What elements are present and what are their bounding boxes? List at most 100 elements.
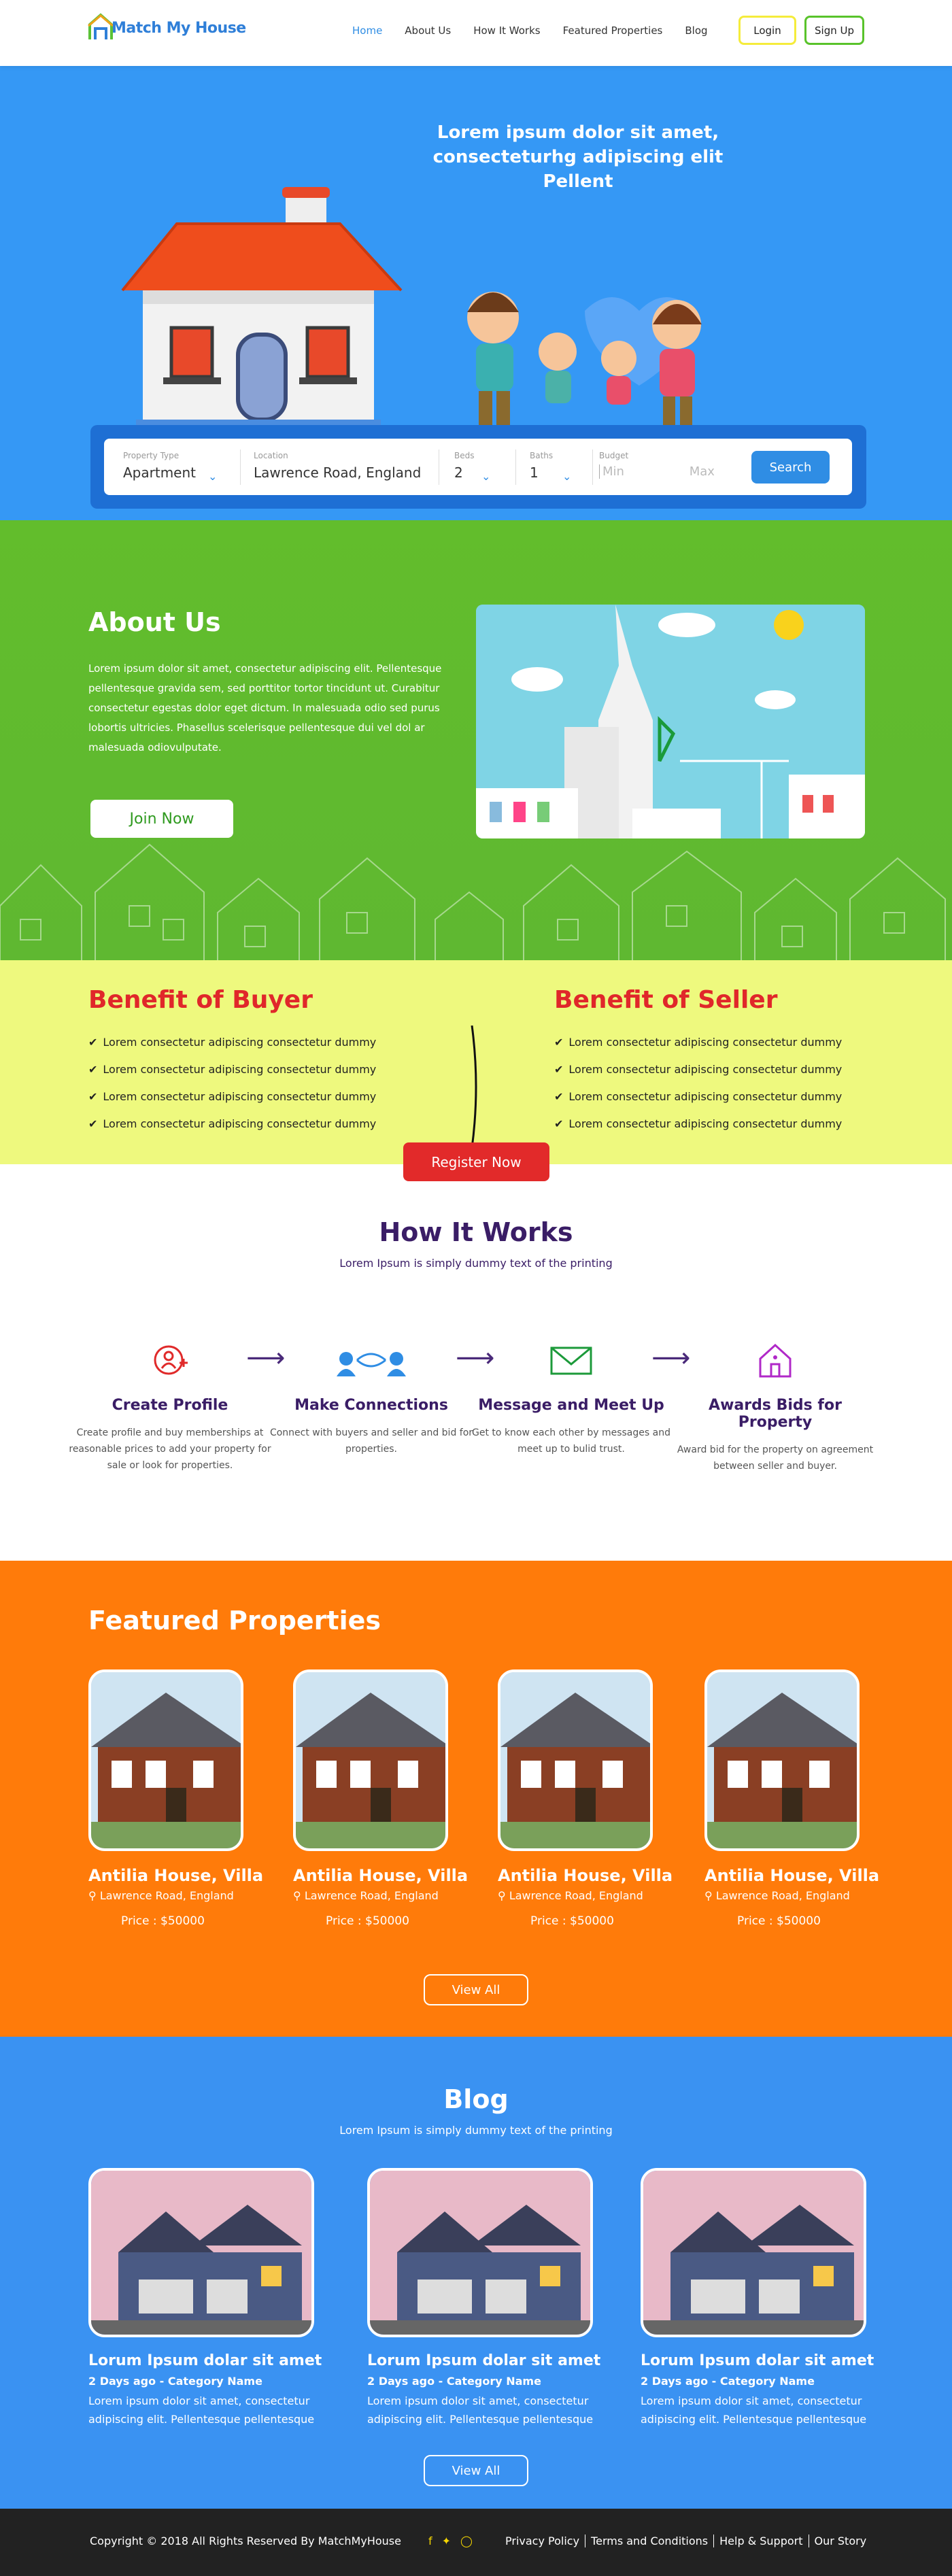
budget-min-input[interactable]: Min	[599, 464, 624, 479]
footer-link-help[interactable]: Help & Support	[713, 2535, 808, 2547]
about-title: About Us	[88, 607, 221, 637]
site-footer: Copyright © 2018 All Rights Reserved By …	[0, 2509, 952, 2576]
blog-photo	[367, 2168, 593, 2337]
facebook-icon[interactable]: f	[428, 2535, 432, 2547]
login-button[interactable]: Login	[738, 16, 796, 45]
envelope-icon	[550, 1346, 592, 1375]
blog-post-meta: 2 Days ago - Category Name	[367, 2375, 541, 2388]
budget-max-input[interactable]: Max	[690, 464, 715, 479]
divider	[515, 450, 516, 485]
step-award-bids: Awards Bids for Property Award bid for t…	[673, 1340, 877, 1474]
property-name: Antilia House, Villa	[293, 1866, 469, 1885]
nav-home[interactable]: Home	[352, 24, 382, 37]
footer-link-privacy[interactable]: Privacy Policy	[505, 2535, 585, 2547]
property-location: ⚲ Lawrence Road, England	[293, 1889, 490, 1902]
check-icon: ✔	[88, 1036, 98, 1049]
location-text: Lawrence Road, England	[509, 1889, 643, 1902]
blog-section: Blog Lorem Ipsum is simply dummy text of…	[0, 2037, 952, 2509]
logo[interactable]: Match My House	[87, 12, 246, 42]
twitter-icon[interactable]: ✦	[442, 2535, 451, 2547]
property-search-bar: Property Type Apartment ⌄ Location Lawre…	[90, 425, 866, 509]
beds-select[interactable]: Beds 2 ⌄	[454, 451, 509, 483]
house-logo-icon	[88, 13, 114, 39]
blog-card[interactable]: Lorum Ipsum dolar sit amet 2 Days ago - …	[88, 2168, 326, 2428]
property-card[interactable]: Antilia House, Villa ⚲ Lawrence Road, En…	[498, 1670, 695, 1928]
check-icon: ✔	[554, 1036, 564, 1049]
house-photo-image	[643, 2171, 864, 2335]
benefit-text: Lorem consectetur adipiscing consectetur…	[568, 1117, 843, 1130]
logo-text: Match My House	[112, 20, 246, 37]
map-pin-icon: ⚲	[88, 1889, 100, 1902]
property-card[interactable]: Antilia House, Villa ⚲ Lawrence Road, En…	[88, 1670, 286, 1928]
buyer-benefit-title: Benefit of Buyer	[88, 986, 313, 1014]
search-button[interactable]: Search	[751, 451, 830, 484]
house-photo-image	[91, 2171, 311, 2335]
view-all-properties-button[interactable]: View All	[424, 1974, 528, 2005]
instagram-icon[interactable]: ◯	[460, 2535, 473, 2547]
location-text: Lawrence Road, England	[99, 1889, 234, 1902]
join-now-button[interactable]: Join Now	[90, 800, 233, 838]
view-all-blog-button[interactable]: View All	[424, 2455, 528, 2486]
property-photo	[498, 1670, 653, 1851]
property-photo	[704, 1670, 860, 1851]
property-price: Price : $50000	[326, 1914, 409, 1928]
house-illustration	[121, 187, 403, 428]
site-header: Match My House Home About Us How It Work…	[0, 0, 952, 66]
about-city-image	[476, 605, 865, 838]
blog-post-excerpt: Lorem ipsum dolor sit amet, consectetur …	[641, 2394, 867, 2426]
property-photo	[88, 1670, 243, 1851]
nav-about-us[interactable]: About Us	[405, 24, 451, 37]
footer-link-terms[interactable]: Terms and Conditions	[585, 2535, 713, 2547]
hero-section: Lorem ipsum dolor sit amet, consecteturh…	[0, 66, 952, 520]
blog-photo	[641, 2168, 866, 2337]
benefit-text: Lorem consectetur adipiscing consectetur…	[103, 1090, 377, 1103]
step-desc: Create profile and buy memberships at re…	[69, 1427, 271, 1471]
nav-how-it-works[interactable]: How It Works	[473, 24, 540, 37]
house-photo-image	[707, 1672, 857, 1848]
blog-card[interactable]: Lorum Ipsum dolar sit amet 2 Days ago - …	[367, 2168, 605, 2428]
blog-post-title: Lorum Ipsum dolar sit amet	[641, 2352, 874, 2369]
house-photo-image	[500, 1672, 650, 1848]
benefit-text: Lorem consectetur adipiscing consectetur…	[568, 1090, 843, 1103]
map-pin-icon: ⚲	[704, 1889, 716, 1902]
baths-value: 1	[530, 464, 539, 481]
property-location: ⚲ Lawrence Road, England	[498, 1889, 695, 1902]
footer-link-story[interactable]: Our Story	[808, 2535, 872, 2547]
budget-label: Budget	[599, 451, 629, 460]
house-photo-image	[370, 2171, 590, 2335]
chevron-down-icon: ⌄	[562, 470, 572, 483]
blog-post-meta: 2 Days ago - Category Name	[88, 2375, 262, 2388]
property-card[interactable]: Antilia House, Villa ⚲ Lawrence Road, En…	[704, 1670, 902, 1928]
register-now-button[interactable]: Register Now	[403, 1142, 549, 1181]
social-links: f ✦ ◯	[428, 2535, 473, 2547]
property-location: ⚲ Lawrence Road, England	[88, 1889, 286, 1902]
location-text: Lawrence Road, England	[304, 1889, 439, 1902]
check-icon: ✔	[554, 1090, 564, 1103]
profile-badge-icon	[154, 1345, 188, 1375]
blog-card[interactable]: Lorum Ipsum dolar sit amet 2 Days ago - …	[641, 2168, 879, 2428]
property-type-select[interactable]: Property Type Apartment ⌄	[123, 451, 232, 483]
footer-links: Privacy Policy Terms and Conditions Help…	[505, 2535, 872, 2547]
beds-label: Beds	[454, 451, 475, 460]
featured-properties-section: Featured Properties Antilia House, Villa…	[0, 1561, 952, 2037]
property-card[interactable]: Antilia House, Villa ⚲ Lawrence Road, En…	[293, 1670, 490, 1928]
baths-select[interactable]: Baths 1 ⌄	[530, 451, 584, 483]
benefit-text: Lorem consectetur adipiscing consectetur…	[568, 1063, 843, 1076]
location-input[interactable]: Location Lawrence Road, England	[254, 451, 430, 481]
signup-button[interactable]: Sign Up	[804, 16, 864, 45]
step-desc: Get to know each other by messages and m…	[472, 1427, 670, 1455]
about-section: About Us Lorem ipsum dolor sit amet, con…	[0, 520, 952, 960]
nav-featured-properties[interactable]: Featured Properties	[563, 24, 663, 37]
map-pin-icon: ⚲	[293, 1889, 305, 1902]
property-price: Price : $50000	[530, 1914, 614, 1928]
benefit-item: ✔ Lorem consectetur adipiscing consectetu…	[554, 1029, 842, 1056]
property-name: Antilia House, Villa	[704, 1866, 880, 1885]
nav-blog[interactable]: Blog	[685, 24, 707, 37]
benefit-item: ✔ Lorem consectetur adipiscing consectetu…	[88, 1056, 376, 1083]
seller-benefit-title: Benefit of Seller	[554, 986, 778, 1014]
copyright-text: Copyright © 2018 All Rights Reserved By …	[90, 2535, 401, 2547]
location-text: Lawrence Road, England	[715, 1889, 850, 1902]
city-illustration	[476, 605, 865, 838]
connection-icon	[337, 1352, 406, 1376]
blog-post-excerpt: Lorem ipsum dolor sit amet, consectetur …	[367, 2394, 594, 2426]
